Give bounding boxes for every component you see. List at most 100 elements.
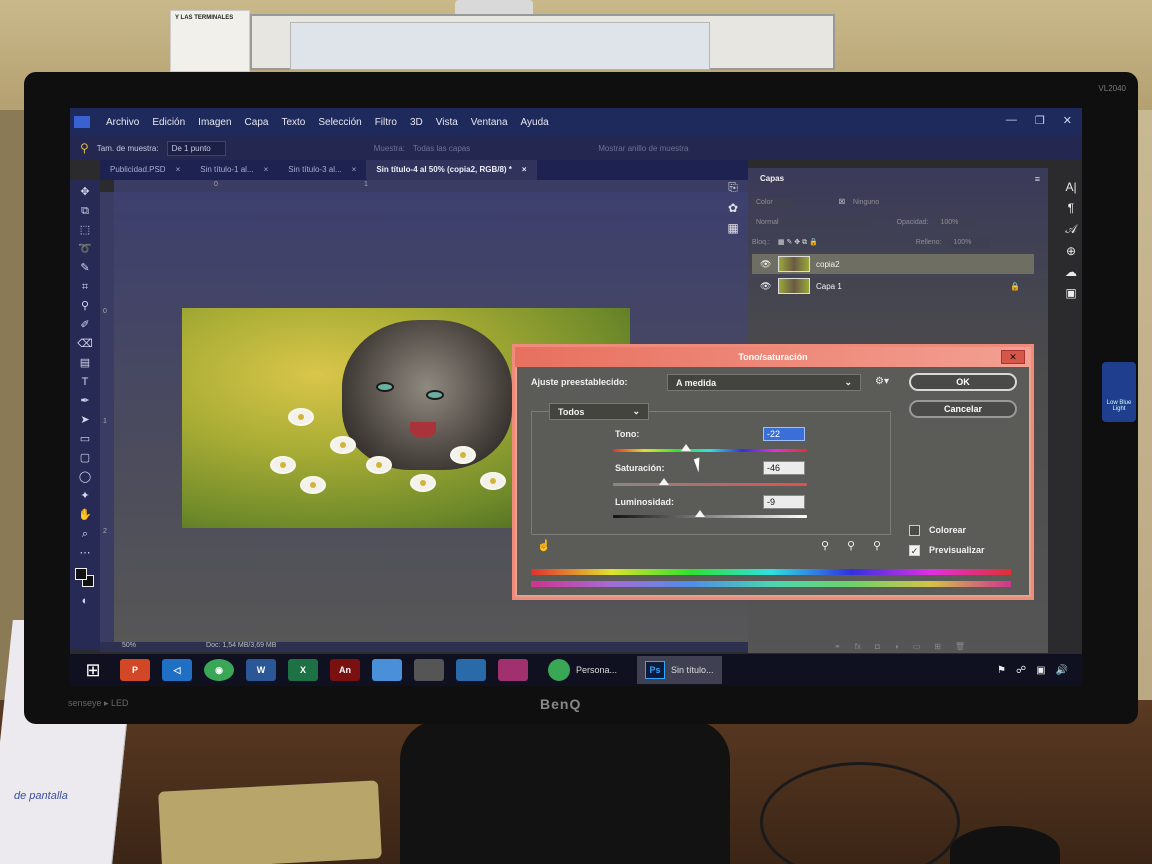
menu-filtro[interactable]: Filtro xyxy=(375,117,397,128)
channel-select[interactable]: Todos ⌄ xyxy=(549,403,649,420)
quick-mask-icon[interactable]: ◐ xyxy=(82,593,89,609)
more-tools-icon[interactable]: ⋯ xyxy=(80,545,91,561)
history-icon[interactable]: ⎘ xyxy=(728,180,738,195)
chrome-icon[interactable]: ◉ xyxy=(204,659,234,681)
glyphs-icon[interactable]: 𝒜 xyxy=(1065,222,1076,237)
preview-label[interactable]: Previsualizar xyxy=(929,545,985,555)
app-icon[interactable] xyxy=(456,659,486,681)
type-tool-icon[interactable]: T xyxy=(82,374,89,390)
rectangle-tool-icon[interactable]: ▭ xyxy=(80,431,90,447)
eyedropper-icon[interactable]: ⚲ xyxy=(821,539,829,552)
foreground-color-swatch[interactable] xyxy=(75,568,87,580)
preset-select[interactable]: A medida ⌄ xyxy=(667,374,861,391)
close-tab-icon[interactable]: × xyxy=(264,165,269,175)
visibility-eye-icon[interactable]: 👁 xyxy=(760,259,772,270)
ok-button[interactable]: OK xyxy=(909,373,1017,391)
taskbar-task-persona[interactable]: Persona... xyxy=(540,656,625,684)
animate-icon[interactable]: An xyxy=(330,659,360,681)
close-window-icon[interactable]: ✕ xyxy=(1063,114,1072,127)
libraries-icon[interactable]: ☁ xyxy=(1065,265,1077,279)
fill-field[interactable]: 100% xyxy=(949,236,990,248)
eyedropper-minus-icon[interactable]: ⚲ xyxy=(873,539,881,552)
link-layers-icon[interactable]: ⚭ xyxy=(834,642,841,651)
app-icon[interactable] xyxy=(498,659,528,681)
windows-start-icon[interactable]: ⊞ xyxy=(78,660,108,681)
eraser-tool-icon[interactable]: ⌫ xyxy=(77,336,93,352)
doc-size[interactable]: Doc: 1,54 MB/3,69 MB xyxy=(206,642,276,652)
tab-sin-titulo-1[interactable]: Sin título-1 al... × xyxy=(190,160,278,180)
eyedropper-plus-icon[interactable]: ⚲ xyxy=(847,539,855,552)
saturation-slider[interactable] xyxy=(613,483,807,486)
close-tab-icon[interactable]: × xyxy=(176,165,181,175)
menu-ventana[interactable]: Ventana xyxy=(471,117,508,128)
flag-icon[interactable]: ⚑ xyxy=(997,665,1006,676)
properties-icon[interactable]: ▣ xyxy=(1065,286,1076,300)
close-tab-icon[interactable]: × xyxy=(522,165,527,175)
monitor-tray-icon[interactable]: ▣ xyxy=(1036,665,1045,676)
hue-slider[interactable] xyxy=(613,449,807,452)
menu-imagen[interactable]: Imagen xyxy=(198,117,231,128)
lightness-slider-thumb[interactable] xyxy=(695,510,705,517)
show-ring-checkbox[interactable]: Mostrar anillo de muestra xyxy=(598,144,688,153)
channels-icon[interactable]: ⊕ xyxy=(1066,244,1076,258)
lightness-field[interactable]: -9 xyxy=(763,495,805,509)
volume-icon[interactable]: 🔊 xyxy=(1056,665,1068,676)
ellipse-tool-icon[interactable]: ◯ xyxy=(79,469,91,485)
hue-field[interactable]: -22 xyxy=(763,427,805,441)
tab-sin-titulo-4[interactable]: Sin título-4 al 50% (copia2, RGB/8) * × xyxy=(366,160,537,180)
hue-slider-thumb[interactable] xyxy=(681,444,691,451)
custom-shape-tool-icon[interactable]: ✦ xyxy=(80,488,89,504)
crop-tool-icon[interactable]: ⌗ xyxy=(82,279,88,295)
zoom-level[interactable]: 50% xyxy=(122,642,136,652)
lightness-slider[interactable] xyxy=(613,515,807,518)
menu-vista[interactable]: Vista xyxy=(436,117,458,128)
adjustment-layer-icon[interactable]: ◑ xyxy=(894,642,899,651)
app-icon[interactable] xyxy=(414,659,444,681)
grid-icon[interactable]: ▦ xyxy=(727,221,738,235)
app-icon[interactable] xyxy=(372,659,402,681)
menu-edicion[interactable]: Edición xyxy=(152,117,185,128)
word-icon[interactable]: W xyxy=(246,659,276,681)
gradient-tool-icon[interactable]: ▤ xyxy=(80,355,90,371)
brush-tool-icon[interactable]: ✐ xyxy=(80,317,89,333)
vscode-icon[interactable]: ◁ xyxy=(162,659,192,681)
marquee-tool-icon[interactable]: ⬚ xyxy=(80,222,90,238)
tab-publicidad[interactable]: Publicidad.PSD × xyxy=(100,160,190,180)
artboard-tool-icon[interactable]: ⧉ xyxy=(81,203,89,219)
taskbar-task-photoshop[interactable]: Ps Sin título... xyxy=(637,656,722,684)
menu-texto[interactable]: Texto xyxy=(281,117,305,128)
layer-row-copia2[interactable]: 👁 copia2 xyxy=(752,254,1034,274)
paragraph-icon[interactable]: ¶ xyxy=(1068,201,1074,215)
menu-archivo[interactable]: Archivo xyxy=(106,117,139,128)
sample-size-select[interactable]: De 1 punto xyxy=(166,140,226,156)
pen-tool-icon[interactable]: ✒ xyxy=(80,393,89,409)
powerpoint-icon[interactable]: P xyxy=(120,659,150,681)
color-swatches[interactable] xyxy=(75,568,95,590)
gear-icon[interactable]: ⚙▾ xyxy=(875,376,889,387)
rounded-rectangle-tool-icon[interactable]: ▢ xyxy=(80,450,90,466)
quick-selection-tool-icon[interactable]: ✎ xyxy=(80,260,89,276)
low-blue-light-button[interactable]: Low Blue Light xyxy=(1102,362,1136,422)
color-palette-icon[interactable]: ✿ xyxy=(728,201,738,215)
visibility-eye-icon[interactable]: 👁 xyxy=(760,281,772,292)
blend-mode-select[interactable]: Normal xyxy=(752,216,869,228)
opacity-field[interactable]: 100% xyxy=(936,216,977,228)
menu-3d[interactable]: 3D xyxy=(410,117,423,128)
excel-icon[interactable]: X xyxy=(288,659,318,681)
colorize-label[interactable]: Colorear xyxy=(929,525,966,535)
layers-panel-title[interactable]: Capas xyxy=(760,174,784,183)
eyedropper-tool-icon[interactable]: ⚲ xyxy=(81,298,89,314)
delete-layer-icon[interactable]: 🗑 xyxy=(955,642,965,651)
filter-none-icon[interactable]: ☒ xyxy=(839,198,845,206)
layer-filter-select[interactable]: Color xyxy=(752,196,791,208)
character-icon[interactable]: A| xyxy=(1065,180,1076,194)
saturation-slider-thumb[interactable] xyxy=(659,478,669,485)
eyedropper-icon[interactable]: ⚲ xyxy=(80,141,89,155)
adjusted-color-bar[interactable] xyxy=(531,581,1011,587)
new-layer-icon[interactable]: ⊞ xyxy=(934,642,941,651)
restore-icon[interactable]: ❐ xyxy=(1035,114,1045,127)
saturation-field[interactable]: -46 xyxy=(763,461,805,475)
layer-mask-icon[interactable]: ◘ xyxy=(875,642,880,651)
zoom-tool-icon[interactable]: ⌕ xyxy=(82,526,88,542)
tab-sin-titulo-3[interactable]: Sin título-3 al... × xyxy=(278,160,366,180)
